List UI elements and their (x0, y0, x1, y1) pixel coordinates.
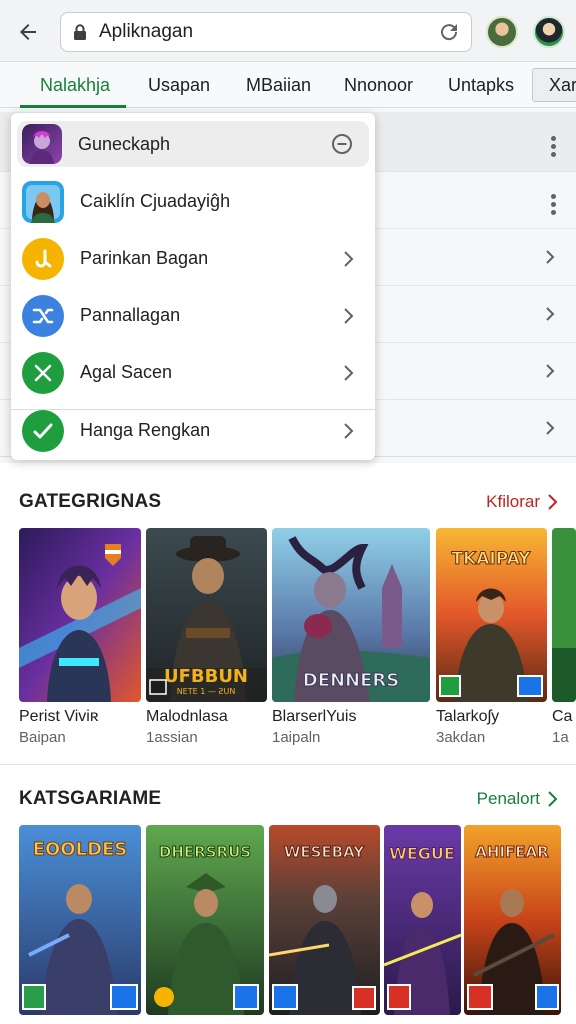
account-avatar[interactable] (533, 16, 565, 48)
lock-icon (74, 24, 86, 40)
minus-circle-icon[interactable] (331, 133, 353, 155)
menu-item-label: Parinkan Bagan (80, 248, 209, 268)
see-more-link[interactable]: Penalort (477, 789, 560, 809)
chevron-right-icon (548, 791, 558, 807)
game-cover-art: TKAIPAY (436, 528, 547, 702)
game-title: Perist Viviʀ (19, 708, 99, 725)
menu-item-parinkan-bagan[interactable]: Parinkan Bagan (11, 230, 375, 287)
chevron-right-icon (546, 307, 555, 321)
menu-item-agal-sacen[interactable]: Agal Sacen (11, 344, 375, 401)
more-vert-icon[interactable] (550, 194, 556, 216)
menu-item-label: Pannallagan (80, 305, 181, 325)
game-title: Ca (552, 708, 573, 725)
game-subtitle: 1a (552, 729, 569, 746)
section-title: GATEGRIGNAS (19, 491, 162, 512)
game-subtitle: 3akdan (436, 729, 486, 746)
game-cover-art: DENNERS (272, 528, 430, 702)
game-cover-art: WESEBAY (269, 825, 380, 1015)
section-divider (0, 764, 576, 765)
tab-usapan[interactable]: Usapan (148, 62, 210, 108)
game-subtitle: 1assian (146, 729, 198, 746)
game-cover-art: UFBBUN NETE 1 — ƧUN (146, 528, 267, 702)
cover-banner-text: DHERSRUS (159, 843, 251, 861)
menu-item-label: Caiklín Cjuadayiĝh (80, 191, 231, 211)
game-title: Malodnlasa (146, 708, 228, 725)
tab-nnonoor[interactable]: Nnonoor (344, 62, 413, 108)
cover-banner-text: TKAIPAY (452, 549, 532, 569)
tab-nalakhja[interactable]: Nalakhja (40, 62, 110, 108)
reload-icon[interactable] (437, 20, 461, 44)
menu-item-pannallagan[interactable]: Pannallagan (11, 287, 375, 344)
cover-banner-text: EOOLDES (33, 839, 128, 860)
category-tabs: Nalakhja Usapan MBaiian Nnonoor Untapks … (0, 62, 576, 108)
chevron-right-icon (548, 494, 558, 510)
see-more-link[interactable]: Kfilorar (486, 492, 560, 512)
game-cover-art: WEGUE (384, 825, 461, 1015)
address-bar[interactable]: Apliknagan (60, 12, 472, 52)
chevron-right-icon (344, 250, 354, 267)
chevron-right-icon (546, 250, 555, 264)
cover-banner-text: WESEBAY (284, 843, 365, 861)
game-character-icon (22, 124, 62, 164)
green-check-icon (22, 409, 64, 452)
menu-item-label: Hanga Rengkan (80, 420, 211, 440)
game-title: BlarserlYuis (272, 708, 357, 725)
section-title: KATSGARIAME (19, 788, 162, 809)
game-cover-art: EOOLDES (19, 825, 141, 1015)
game-subtitle: 1aipaln (272, 729, 321, 746)
cover-banner-text: UFBBUN (164, 666, 248, 687)
chevron-right-icon (344, 307, 354, 324)
game-title: Talarkoʃy (436, 708, 500, 725)
tab-untapks[interactable]: Untapks (448, 62, 514, 108)
game-subtitle: Baipan (19, 729, 66, 746)
browser-toolbar: Apliknagan (0, 0, 576, 62)
see-more-label: Kfilorar (486, 492, 540, 511)
yellow-j-icon (22, 237, 64, 280)
game-cover-art: DHERSRUS (146, 825, 264, 1015)
more-vert-icon[interactable] (550, 136, 556, 158)
cover-banner-subtext: NETE 1 — ƧUN (177, 687, 236, 696)
menu-item-label: Guneckaph (78, 133, 171, 154)
cover-banner-text: WEGUE (389, 844, 455, 863)
profile-avatar[interactable] (486, 16, 518, 48)
game-cover-art (552, 528, 576, 702)
chevron-right-icon (344, 422, 354, 439)
blue-shuffle-icon (22, 294, 64, 337)
back-arrow-icon[interactable] (12, 16, 44, 48)
cover-banner-text: DENNERS (303, 670, 400, 691)
menu-item-label: Agal Sacen (80, 362, 173, 382)
tab-xar[interactable]: Xar (532, 68, 576, 102)
green-x-icon (22, 351, 64, 394)
tab-mbaiian[interactable]: MBaiian (246, 62, 311, 108)
menu-item-guneckaph[interactable]: Guneckaph (17, 121, 369, 167)
chevron-right-icon (344, 364, 354, 381)
menu-item-caiklin[interactable]: Caiklín Cjuadayiĝh (11, 173, 375, 230)
game-cover-art (19, 528, 141, 702)
menu-item-hanga-rengkan[interactable]: Hanga Rengkan (11, 402, 375, 459)
dropdown-menu: Guneckaph Caiklín Cjuadayiĝh Parinkan Ba… (11, 113, 375, 460)
address-text: Apliknagan (99, 21, 194, 42)
avatar-woman-icon (22, 180, 64, 223)
see-more-label: Penalort (476, 789, 540, 808)
cover-banner-text: AHIFEAR (475, 843, 549, 861)
chevron-right-icon (546, 421, 555, 435)
game-cover-art: AHIFEAR (464, 825, 561, 1015)
chevron-right-icon (546, 364, 555, 378)
